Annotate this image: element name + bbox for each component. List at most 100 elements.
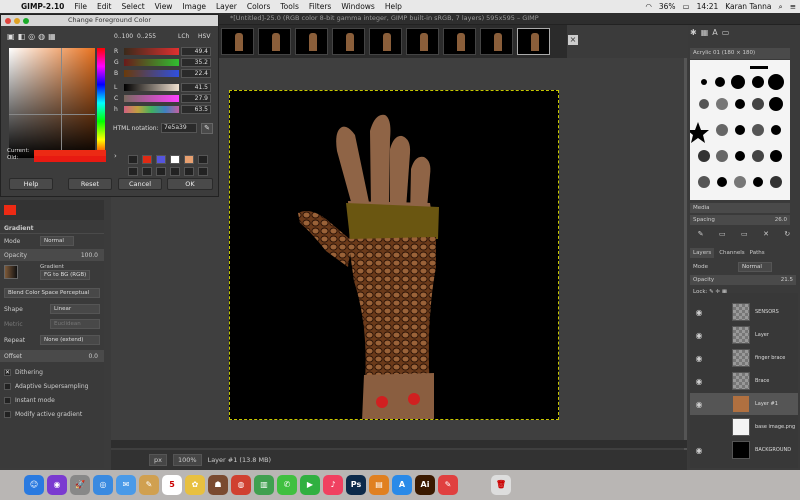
slider-value[interactable]: 27.9 (181, 93, 211, 103)
image-tab[interactable] (258, 28, 291, 55)
duplicate-brush-icon[interactable]: ▭ (741, 230, 748, 240)
close-button[interactable] (5, 18, 11, 24)
layer-mode-select[interactable]: Normal (738, 262, 772, 272)
refresh-brushes-icon[interactable]: ↻ (784, 230, 790, 240)
mail-dock-icon[interactable]: ✉ (116, 475, 136, 495)
menu-view[interactable]: View (150, 2, 178, 11)
clock[interactable]: 14:21 (697, 2, 719, 11)
photoshop-dock-icon[interactable]: Ps (346, 475, 366, 495)
unit-select[interactable]: px (149, 454, 167, 466)
history-swatch[interactable] (170, 167, 180, 176)
menu-app-name[interactable]: GIMP-2.10 (16, 2, 69, 11)
minimize-button[interactable] (14, 18, 20, 24)
slider-c[interactable]: C 27.9 (114, 93, 216, 103)
brush-preview[interactable] (752, 124, 764, 136)
menu-tools[interactable]: Tools (275, 2, 303, 11)
zoom-select[interactable]: 100% (172, 454, 202, 466)
html-notation-input[interactable]: 7e5a39 (161, 123, 197, 133)
brush-preview[interactable] (750, 66, 768, 69)
scales-icon[interactable]: ▣ (7, 32, 15, 41)
slider-track[interactable] (124, 83, 179, 91)
messages-dock-icon[interactable]: ✆ (277, 475, 297, 495)
shape-select[interactable]: Linear (50, 304, 100, 314)
delete-brush-icon[interactable]: ✕ (763, 230, 769, 240)
launchpad-dock-icon[interactable]: 🚀 (70, 475, 90, 495)
checkbox[interactable] (4, 396, 11, 404)
search-icon[interactable]: ⌕ (779, 2, 783, 12)
user-name[interactable]: Karan Tanna (725, 2, 771, 11)
color-picker-area[interactable] (9, 48, 95, 158)
history-swatch[interactable] (198, 167, 208, 176)
numbers-dock-icon[interactable]: ▥ (254, 475, 274, 495)
calendar-dock-icon[interactable]: 5 (162, 475, 182, 495)
fg-color-swatch[interactable] (4, 205, 16, 215)
menu-layer[interactable]: Layer (211, 2, 242, 11)
checkbox-checked[interactable]: ✕ (4, 368, 11, 376)
brush-preview[interactable] (769, 97, 783, 111)
new-brush-icon[interactable]: ▭ (719, 230, 726, 240)
facetime-dock-icon[interactable]: ▶ (300, 475, 320, 495)
instant-mode-checkbox[interactable]: Instant mode (0, 394, 104, 406)
paint-dock-icon[interactable]: ✎ (438, 475, 458, 495)
menu-file[interactable]: File (69, 2, 92, 11)
slider-g[interactable]: G 35.2 (114, 57, 216, 67)
image-tab[interactable] (221, 28, 254, 55)
image-tab[interactable] (295, 28, 328, 55)
document-tab-icon[interactable]: ▭ (722, 28, 730, 37)
brush-grid[interactable] (687, 60, 790, 200)
history-swatch[interactable] (170, 155, 180, 164)
history-swatch[interactable] (156, 155, 166, 164)
brush-preview[interactable] (701, 79, 707, 85)
brush-preview[interactable] (698, 176, 710, 188)
history-swatch[interactable] (198, 155, 208, 164)
brush-preview[interactable] (699, 99, 709, 109)
notes-dock-icon[interactable]: ✎ (139, 475, 159, 495)
layer-row[interactable]: ◉ Layer (690, 324, 798, 346)
wheel-icon[interactable]: ◎ (28, 32, 35, 41)
wifi-icon[interactable]: ◠ (645, 2, 652, 11)
watercolor-icon[interactable]: ◍ (38, 32, 45, 41)
range-100-button[interactable]: 0..100 (114, 33, 133, 40)
visibility-eye-icon[interactable]: ◉ (690, 400, 708, 409)
menu-colors[interactable]: Colors (242, 2, 276, 11)
edit-brush-icon[interactable]: ✎ (698, 230, 704, 240)
gradient-select[interactable]: FG to BG (RGB) (40, 270, 90, 280)
photos-dock-icon[interactable]: ✿ (185, 475, 205, 495)
palette-icon[interactable]: ▦ (48, 32, 56, 41)
tab-paths[interactable]: Paths (750, 248, 765, 258)
brush-preview[interactable] (752, 98, 764, 110)
menu-windows[interactable]: Windows (336, 2, 379, 11)
image-tab-active[interactable] (517, 28, 550, 55)
lch-button[interactable]: LCh (178, 33, 189, 40)
history-swatch[interactable] (142, 167, 152, 176)
layer-row[interactable]: base image.png (690, 416, 798, 438)
offset-slider[interactable]: Offset 0.0 (0, 350, 104, 362)
gimp-dock-icon[interactable]: ☗ (208, 475, 228, 495)
menu-edit[interactable]: Edit (92, 2, 117, 11)
brush-preview[interactable] (752, 76, 764, 88)
brush-preview[interactable] (716, 124, 728, 136)
repeat-select[interactable]: None (extend) (40, 335, 100, 345)
image-tab[interactable] (332, 28, 365, 55)
hue-strip[interactable] (97, 48, 105, 158)
patterns-tab-icon[interactable]: ▦ (701, 28, 709, 37)
menu-filters[interactable]: Filters (304, 2, 336, 11)
slider-value[interactable]: 41.5 (181, 82, 211, 92)
blend-color-space-select[interactable]: Blend Color Space Perceptual (4, 288, 100, 298)
history-swatch[interactable] (184, 155, 194, 164)
image-tab[interactable] (369, 28, 402, 55)
brush-preview[interactable] (752, 150, 764, 162)
visibility-eye-icon[interactable]: ◉ (690, 377, 708, 386)
adaptive-checkbox[interactable]: Adaptive Supersampling (0, 380, 104, 392)
layer-row[interactable]: ◉ finger brace (690, 347, 798, 369)
layer-row[interactable]: ◉ Brace (690, 370, 798, 392)
history-swatch[interactable] (128, 167, 138, 176)
ok-button[interactable]: OK (167, 178, 213, 190)
cmyk-icon[interactable]: ◧ (18, 32, 26, 41)
gradient-preview[interactable] (4, 265, 18, 279)
brush-preview[interactable] (717, 177, 727, 187)
siri-dock-icon[interactable]: ◉ (47, 475, 67, 495)
hsv-button[interactable]: HSV (198, 33, 210, 40)
brush-preview[interactable] (698, 150, 710, 162)
brush-preview[interactable] (735, 99, 745, 109)
